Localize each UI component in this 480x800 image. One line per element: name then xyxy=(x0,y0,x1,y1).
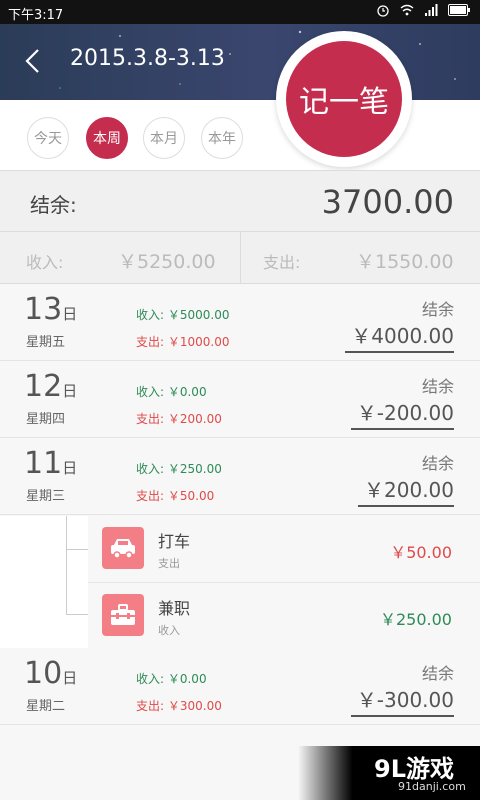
day-number: 13日 xyxy=(24,292,78,327)
day-balance: ￥4000.00 xyxy=(345,320,454,353)
day-expense: 支出: ￥200.00 xyxy=(136,412,222,426)
day-balance: ￥200.00 xyxy=(358,474,454,507)
status-bar: 下午3:17 xyxy=(0,0,480,24)
weekday: 星期五 xyxy=(26,335,66,350)
day-number: 10日 xyxy=(24,656,78,691)
detail-item-taxi[interactable]: 打车 支出 ￥50.00 xyxy=(88,516,480,582)
watermark: 9L游戏 91danji.com xyxy=(298,746,480,800)
summary-row: 收入: ￥5250.00 支出: ￥1550.00 xyxy=(0,232,480,284)
income-total: ￥5250.00 xyxy=(118,251,216,273)
expense-total: ￥1550.00 xyxy=(356,251,454,273)
detail-amount: ￥50.00 xyxy=(390,543,452,562)
day-income: 收入: ￥0.00 xyxy=(136,672,207,686)
alarm-icon xyxy=(377,5,389,17)
day-expense: 支出: ￥50.00 xyxy=(136,489,215,503)
watermark-logo: 9L游戏 xyxy=(374,755,454,783)
day-suffix: 日 xyxy=(62,669,78,687)
tree-branch xyxy=(66,614,90,615)
income-label: 收入: xyxy=(26,253,64,272)
tree-branch xyxy=(66,549,90,550)
day-row-10[interactable]: 10日 星期二 收入: ￥0.00 支出: ￥300.00 结余 ￥-300.0… xyxy=(0,648,480,725)
detail-type: 支出 xyxy=(158,557,180,570)
day-11-details: 打车 支出 ￥50.00 兼职 收入 ￥250.00 xyxy=(0,516,480,649)
day-income: 收入: ￥5000.00 xyxy=(136,308,230,322)
wifi-icon xyxy=(400,4,414,16)
day-income: 收入: ￥250.00 xyxy=(136,462,222,476)
tab-today[interactable]: 今天 xyxy=(27,117,69,159)
day-number: 12日 xyxy=(24,369,78,404)
detail-type: 收入 xyxy=(158,624,180,637)
day-expense: 支出: ￥300.00 xyxy=(136,699,222,713)
day-row-13[interactable]: 13日 星期五 收入: ￥5000.00 支出: ￥1000.00 结余 ￥40… xyxy=(0,284,480,361)
watermark-url: 91danji.com xyxy=(398,780,466,793)
tab-this-year[interactable]: 本年 xyxy=(201,117,243,159)
tab-this-week[interactable]: 本周 xyxy=(86,117,128,159)
weekday: 星期四 xyxy=(26,412,66,427)
day-balance-label: 结余 xyxy=(421,454,454,473)
battery-icon xyxy=(448,4,470,16)
balance-row: 结余: 3700.00 xyxy=(0,170,480,232)
tab-this-month[interactable]: 本月 xyxy=(143,117,185,159)
day-balance-label: 结余 xyxy=(421,300,454,319)
day-balance: ￥-300.00 xyxy=(350,684,454,717)
day-balance-label: 结余 xyxy=(421,377,454,396)
tree-line xyxy=(66,516,67,614)
day-row-12[interactable]: 12日 星期四 收入: ￥0.00 支出: ￥200.00 结余 ￥-200.0… xyxy=(0,361,480,438)
day-balance: ￥-200.00 xyxy=(350,397,454,430)
day-suffix: 日 xyxy=(62,459,78,477)
weekday: 星期二 xyxy=(26,699,66,714)
record-button[interactable]: 记一笔 xyxy=(276,31,412,167)
day-row-11[interactable]: 11日 星期三 收入: ￥250.00 支出: ￥50.00 结余 ￥200.0… xyxy=(0,438,480,515)
briefcase-icon xyxy=(102,594,144,636)
record-button-label[interactable]: 记一笔 xyxy=(286,41,402,157)
detail-title: 兼职 xyxy=(158,599,191,618)
detail-item-part-time[interactable]: 兼职 收入 ￥250.00 xyxy=(88,582,480,649)
status-time: 下午3:17 xyxy=(8,8,64,23)
detail-title: 打车 xyxy=(158,532,191,551)
balance-label: 结余: xyxy=(30,193,77,217)
day-balance-label: 结余 xyxy=(421,664,454,683)
day-suffix: 日 xyxy=(62,382,78,400)
day-suffix: 日 xyxy=(62,305,78,323)
back-arrow-icon[interactable] xyxy=(18,46,48,76)
weekday: 星期三 xyxy=(26,489,66,504)
day-expense: 支出: ￥1000.00 xyxy=(136,335,230,349)
summary-divider xyxy=(240,232,241,284)
signal-icon xyxy=(425,4,438,16)
taxi-icon xyxy=(102,527,144,569)
expense-label: 支出: xyxy=(263,253,301,272)
date-range-title: 2015.3.8-3.13 xyxy=(70,46,225,71)
balance-value: 3700.00 xyxy=(321,183,454,221)
day-income: 收入: ￥0.00 xyxy=(136,385,207,399)
detail-amount: ￥250.00 xyxy=(380,610,452,629)
day-number: 11日 xyxy=(24,446,78,481)
